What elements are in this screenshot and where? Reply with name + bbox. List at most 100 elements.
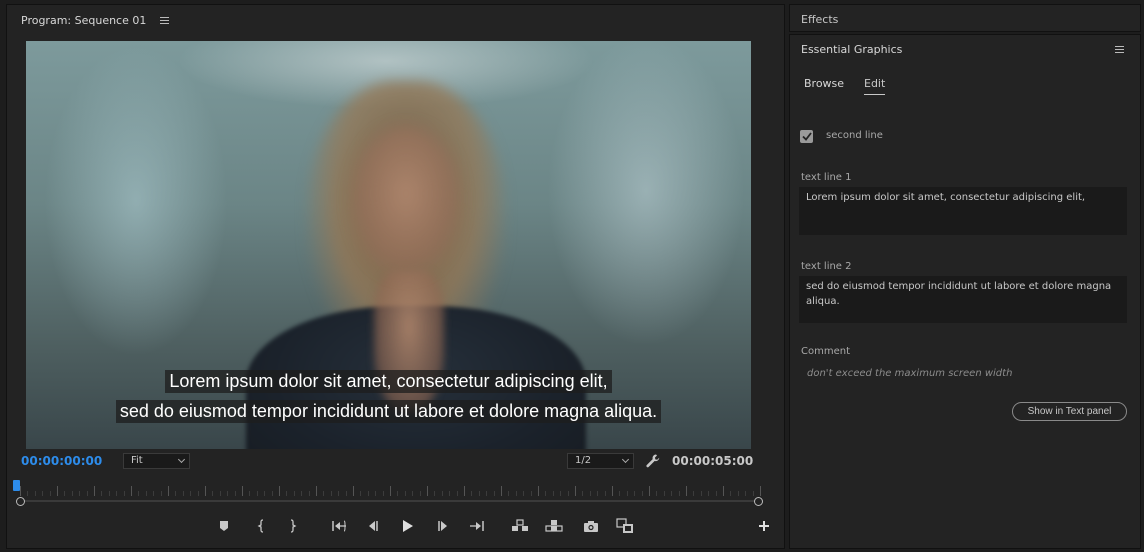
ruler-tick [20,486,21,496]
ruler-tick [234,491,236,496]
tab-browse[interactable]: Browse [804,77,844,90]
subtitle-line-1: Lorem ipsum dolor sit amet, consectetur … [26,370,751,393]
ruler-tick [131,486,132,496]
step-forward-icon [438,521,447,531]
ruler-tick [641,491,643,496]
comment-label: Comment [801,346,850,357]
ruler-tick [338,491,340,496]
ruler-tick [57,486,58,496]
tab-edit[interactable]: Edit [864,77,886,95]
ruler-tick [375,491,377,496]
zoom-scroll-bar[interactable] [20,500,760,502]
wrench-icon[interactable] [645,453,661,469]
ruler-tick [101,491,103,496]
ruler-tick [27,491,29,496]
step-back-button[interactable] [364,518,382,534]
chevron-down-icon [621,455,630,464]
zoom-scroll-end-handle[interactable] [754,497,763,506]
ruler-tick [493,491,495,496]
overwrite-button[interactable] [545,518,563,534]
mark-in-button[interactable] [252,518,270,534]
ruler-tick [94,486,95,496]
effects-panel-title[interactable]: Effects [801,13,838,26]
ruler-tick [745,491,747,496]
ruler-tick [64,491,66,496]
playback-resolution-value: 1/2 [575,455,592,466]
comparison-view-icon [616,518,633,533]
ruler-tick [293,491,295,496]
text-line-2-field[interactable]: sed do eiusmod tempor incididunt ut labo… [799,276,1127,323]
text-line-1-label: text line 1 [801,172,852,183]
step-forward-button[interactable] [434,518,452,534]
ruler-tick [560,491,562,496]
video-preview[interactable]: Lorem ipsum dolor sit amet, consectetur … [26,41,751,449]
ruler-tick [619,491,621,496]
effects-panel[interactable]: Effects [789,4,1141,32]
ruler-tick [316,486,317,496]
ruler-tick [108,491,110,496]
ruler-tick [501,486,502,496]
current-timecode[interactable]: 00:00:00:00 [21,454,102,468]
ruler-tick [530,491,532,496]
playhead[interactable] [13,480,20,491]
ruler-tick [323,491,325,496]
go-to-in-button[interactable] [330,518,348,534]
time-ruler[interactable] [20,484,762,498]
ruler-tick [612,486,613,496]
add-marker-button[interactable] [215,518,233,534]
ruler-tick [34,491,36,496]
ruler-tick [116,491,118,496]
zoom-level-select[interactable]: Fit [123,453,190,469]
text-line-1-field[interactable]: Lorem ipsum dolor sit amet, consectetur … [799,187,1127,235]
ruler-tick [700,491,702,496]
comment-text: don't exceed the maximum screen width [807,368,1013,379]
comparison-view-button[interactable] [616,518,634,534]
playback-resolution-select[interactable]: 1/2 [567,453,634,469]
ruler-tick [197,491,199,496]
essential-graphics-panel: Essential Graphics Browse Edit second li… [789,34,1141,549]
chevron-down-icon [177,455,186,464]
button-editor-icon [759,521,769,531]
subtitle-line-2: sed do eiusmod tempor incididunt ut labo… [26,400,751,423]
ruler-tick [160,491,162,496]
ruler-tick [752,491,754,496]
ruler-tick [760,486,761,496]
ruler-tick [242,486,243,496]
play-button[interactable] [398,518,416,534]
second-line-label: second line [826,130,883,141]
export-frame-button[interactable] [582,518,600,534]
ruler-tick [175,491,177,496]
ruler-tick [589,491,591,496]
program-monitor-tab[interactable]: Program: Sequence 01 [21,14,170,27]
ruler-tick [715,491,717,496]
subtitle-line-2-text: sed do eiusmod tempor incididunt ut labo… [115,400,662,423]
show-in-text-panel-button[interactable]: Show in Text panel [1012,402,1127,421]
program-monitor-title[interactable]: Program: Sequence 01 [21,14,146,27]
ruler-tick [397,491,399,496]
ruler-tick [42,491,44,496]
ruler-tick [649,486,650,496]
ruler-tick [264,491,266,496]
ruler-tick [597,491,599,496]
zoom-scroll-start-handle[interactable] [16,497,25,506]
insert-button[interactable] [511,518,529,534]
button-editor-button[interactable] [755,518,773,534]
panel-menu-icon[interactable] [160,17,170,24]
mark-out-button[interactable] [284,518,302,534]
mark-in-icon [257,519,264,533]
essential-graphics-title[interactable]: Essential Graphics [801,43,902,56]
ruler-tick [360,491,362,496]
ruler-tick [582,491,584,496]
second-line-checkbox[interactable] [800,130,813,143]
ruler-tick [86,491,88,496]
add-marker-icon [220,521,228,531]
overwrite-icon [545,520,563,532]
checkmark-icon [801,132,812,141]
ruler-tick [123,491,125,496]
panel-menu-icon[interactable] [1115,46,1124,53]
ruler-tick [249,491,251,496]
ruler-tick [71,491,73,496]
go-to-out-button[interactable] [468,518,486,534]
ruler-tick [671,491,673,496]
ruler-tick [49,491,51,496]
